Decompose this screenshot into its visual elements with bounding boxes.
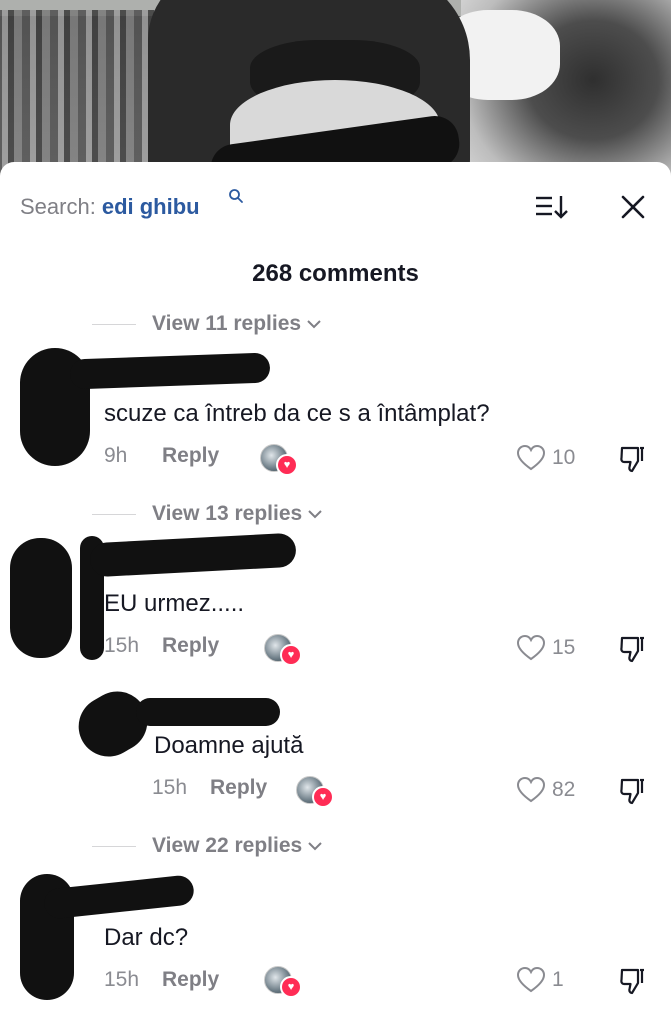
dislike-icon[interactable] bbox=[618, 966, 648, 996]
comment-time: 15h bbox=[104, 634, 140, 657]
comment-time: 15h bbox=[152, 776, 188, 799]
reply-button[interactable]: Reply bbox=[162, 444, 219, 468]
reply-button[interactable]: Reply bbox=[162, 634, 219, 658]
heart-icon: ♥ bbox=[312, 786, 334, 808]
search-prefix: Search: bbox=[20, 194, 96, 219]
divider-line bbox=[92, 513, 136, 515]
heart-icon: ♥ bbox=[280, 976, 302, 998]
view-replies-button[interactable]: View 13 replies bbox=[92, 502, 322, 526]
search-icon[interactable] bbox=[228, 188, 244, 204]
reply-button[interactable]: Reply bbox=[210, 776, 267, 800]
view-replies-label: View 22 replies bbox=[152, 834, 303, 857]
creator-liked-badge: ♥ bbox=[260, 444, 298, 476]
heart-icon: ♥ bbox=[276, 454, 298, 476]
comments-count-title: 268 comments bbox=[252, 260, 419, 287]
heart-icon bbox=[516, 634, 546, 661]
like-count: 15 bbox=[552, 636, 576, 659]
redacted-username[interactable] bbox=[69, 352, 271, 390]
search-query[interactable]: edi ghibu bbox=[102, 194, 200, 220]
chevron-down-icon bbox=[308, 842, 322, 851]
divider-line bbox=[92, 845, 136, 847]
like-count: 10 bbox=[552, 446, 576, 469]
comment-text: EU urmez..... bbox=[104, 590, 245, 617]
divider-line bbox=[92, 323, 136, 325]
heart-icon: ♥ bbox=[280, 644, 302, 666]
sort-icon[interactable] bbox=[534, 192, 568, 222]
like-button[interactable]: 10 bbox=[516, 444, 575, 472]
chevron-down-icon bbox=[307, 320, 321, 329]
view-replies-label: View 11 replies bbox=[152, 312, 302, 335]
redacted-avatar[interactable] bbox=[10, 538, 72, 658]
comment-meta: 15h Reply bbox=[152, 776, 267, 800]
comment-text: Doamne ajută bbox=[154, 732, 304, 759]
dislike-icon[interactable] bbox=[618, 634, 648, 664]
heart-icon bbox=[516, 776, 546, 803]
chevron-down-icon bbox=[308, 510, 322, 519]
comments-panel: Search: edi ghibu 268 comments View 11 r… bbox=[0, 162, 671, 1024]
comment-meta: 15h Reply bbox=[104, 968, 219, 992]
like-button[interactable]: 82 bbox=[516, 776, 575, 804]
dislike-icon[interactable] bbox=[618, 776, 648, 806]
view-replies-button[interactable]: View 11 replies bbox=[92, 312, 321, 336]
comment-meta: 15h Reply bbox=[104, 634, 219, 658]
comment-time: 9h bbox=[104, 444, 128, 467]
comment-text: Dar dc? bbox=[104, 924, 189, 951]
view-replies-button[interactable]: View 13 replies View 22 replies bbox=[92, 834, 322, 858]
dislike-icon[interactable] bbox=[618, 444, 648, 474]
like-count: 82 bbox=[552, 778, 576, 801]
creator-liked-badge: ♥ bbox=[264, 966, 302, 998]
creator-liked-badge: ♥ bbox=[296, 776, 334, 808]
close-icon[interactable] bbox=[618, 192, 648, 222]
reply-button[interactable]: Reply bbox=[162, 968, 219, 992]
comment-meta: 9h Reply bbox=[104, 444, 219, 468]
redacted-username[interactable] bbox=[89, 532, 297, 578]
search-bar[interactable]: Search: edi ghibu bbox=[20, 189, 243, 222]
comment-text: scuze ca întreb da ce s a întâmplat? bbox=[104, 400, 490, 427]
comment-time: 15h bbox=[104, 968, 140, 991]
heart-icon bbox=[516, 966, 546, 993]
redacted-username[interactable] bbox=[136, 698, 280, 726]
like-count: 1 bbox=[552, 968, 564, 991]
heart-icon bbox=[516, 444, 546, 471]
like-button[interactable]: 15 bbox=[516, 634, 575, 662]
like-button[interactable]: 1 bbox=[516, 966, 564, 994]
view-replies-label: View 13 replies bbox=[152, 502, 303, 525]
creator-liked-badge: ♥ bbox=[264, 634, 302, 666]
